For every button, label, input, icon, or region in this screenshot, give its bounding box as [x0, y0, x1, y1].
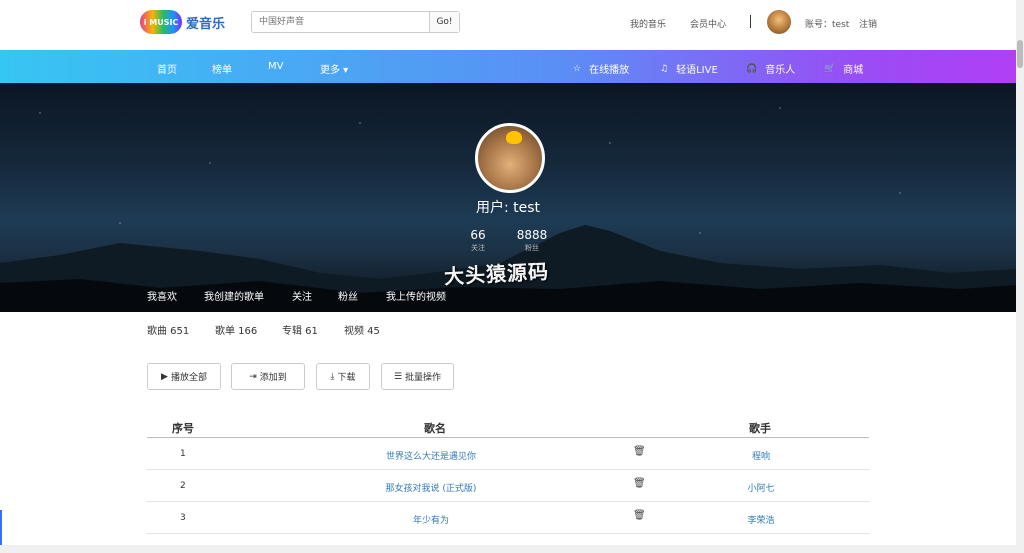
- albums-count[interactable]: 专辑 61: [282, 322, 318, 337]
- profile-hero: 用户: test 66 关注 8888 粉丝 大头猿源码 我喜欢 我创建的歌单 …: [0, 83, 1016, 312]
- song-link[interactable]: 那女孩对我说 (正式版): [335, 481, 527, 494]
- user-avatar[interactable]: [767, 10, 791, 34]
- fans-stat[interactable]: 8888 粉丝: [515, 228, 549, 253]
- list-icon: ☰: [393, 371, 403, 382]
- profile-avatar[interactable]: [475, 123, 545, 193]
- search-input[interactable]: [252, 12, 429, 32]
- headphones-icon: 🎧: [746, 63, 758, 74]
- profile-name: 用户: test: [475, 200, 541, 216]
- star-icon: ☆: [573, 63, 582, 74]
- nav-musicians[interactable]: 🎧 音乐人: [746, 61, 796, 77]
- nav-live[interactable]: ♫ 轻语LIVE: [660, 61, 718, 77]
- horizontal-scrollbar[interactable]: [0, 545, 1016, 553]
- table-row: 2 那女孩对我说 (正式版) 🗑 小阿七: [147, 470, 869, 502]
- top-header: i MUSIC 爱音乐 Go! 我的音乐 会员中心 账号：test 注销: [0, 0, 1016, 50]
- nav-online-play[interactable]: ☆ 在线播放: [573, 61, 630, 77]
- tab-fans[interactable]: 粉丝: [338, 288, 358, 303]
- search-button[interactable]: Go!: [429, 12, 459, 32]
- account-label: 账号：test: [805, 20, 850, 30]
- header-index: 序号: [172, 422, 194, 435]
- download-icon: ⤓: [330, 371, 335, 382]
- nav-live-label: 轻语LIVE: [676, 65, 718, 76]
- nav-shop[interactable]: 🛒 商城: [824, 61, 864, 77]
- tab-following[interactable]: 关注: [292, 288, 312, 303]
- play-all-button[interactable]: ▶ 播放全部: [147, 363, 221, 390]
- trash-icon[interactable]: 🗑: [633, 478, 646, 489]
- sign-in-icon: ⇥: [249, 371, 257, 382]
- nav-charts[interactable]: 榜单: [212, 61, 232, 76]
- nav-home[interactable]: 首页: [157, 61, 177, 76]
- duck-icon: [506, 131, 522, 144]
- member-center-link[interactable]: 会员中心: [690, 17, 726, 30]
- add-to-label: 添加到: [259, 373, 287, 383]
- download-label: 下载: [337, 373, 356, 383]
- singer-link[interactable]: 小阿七: [725, 481, 797, 494]
- table-row: 3 年少有为 🗑 李荣浩: [147, 502, 869, 534]
- row-index: 2: [180, 481, 186, 491]
- follow-stat[interactable]: 66 关注: [468, 228, 488, 253]
- download-button[interactable]: ⤓ 下载: [316, 363, 370, 390]
- tab-likes[interactable]: 我喜欢: [147, 288, 177, 303]
- videos-count[interactable]: 视频 45: [344, 322, 380, 337]
- fans-count: 8888: [516, 228, 548, 242]
- main-nav: 首页 榜单 MV 更多 ▾ ☆ 在线播放 ♫ 轻语LIVE 🎧 音乐人 🛒 商城: [0, 50, 1016, 83]
- logout-link[interactable]: 注销: [859, 17, 877, 30]
- follow-count: 66: [470, 228, 486, 242]
- site-logo[interactable]: i MUSIC 爱音乐: [140, 10, 225, 34]
- row-index: 1: [180, 449, 186, 459]
- logo-badge: i MUSIC: [140, 10, 182, 34]
- music-note-icon: ♫: [660, 63, 669, 74]
- my-music-link[interactable]: 我的音乐: [630, 17, 666, 30]
- play-icon: ▶: [161, 371, 168, 382]
- nav-more-dropdown[interactable]: 更多 ▾: [320, 61, 348, 76]
- batch-operations-label: 批量操作: [405, 373, 442, 383]
- tab-uploaded-videos[interactable]: 我上传的视频: [386, 288, 446, 303]
- add-to-button[interactable]: ⇥ 添加到: [231, 363, 305, 390]
- nav-shop-label: 商城: [843, 65, 864, 76]
- fans-label: 粉丝: [525, 244, 539, 252]
- header-divider: [750, 15, 751, 28]
- playlists-count[interactable]: 歌单 166: [215, 322, 257, 337]
- cart-icon: 🛒: [824, 63, 836, 74]
- scrollbar-thumb[interactable]: [1017, 40, 1023, 68]
- song-link[interactable]: 世界这么大还是遇见你: [335, 449, 527, 462]
- batch-operations-button[interactable]: ☰ 批量操作: [381, 363, 454, 390]
- play-all-label: 播放全部: [170, 373, 207, 383]
- follow-label: 关注: [471, 244, 485, 252]
- logo-text: 爱音乐: [186, 16, 226, 32]
- left-accent-bar: [0, 510, 2, 545]
- nav-mv[interactable]: MV: [268, 61, 283, 72]
- tab-my-playlists[interactable]: 我创建的歌单: [204, 288, 264, 303]
- vertical-scrollbar[interactable]: [1016, 0, 1024, 553]
- header-song: 歌名: [424, 422, 446, 435]
- header-singer: 歌手: [749, 422, 771, 435]
- singer-link[interactable]: 程响: [725, 449, 797, 462]
- nav-online-play-label: 在线播放: [589, 65, 630, 76]
- nav-musicians-label: 音乐人: [765, 65, 796, 76]
- table-row: 1 世界这么大还是遇见你 🗑 程响: [147, 438, 869, 470]
- watermark-text: 大头猿源码: [443, 259, 550, 289]
- song-link[interactable]: 年少有为: [335, 513, 527, 526]
- songs-count[interactable]: 歌曲 651: [147, 322, 189, 337]
- singer-link[interactable]: 李荣浩: [725, 513, 797, 526]
- search-box: Go!: [251, 11, 460, 33]
- trash-icon[interactable]: 🗑: [633, 446, 646, 457]
- trash-icon[interactable]: 🗑: [633, 510, 646, 521]
- row-index: 3: [180, 513, 186, 523]
